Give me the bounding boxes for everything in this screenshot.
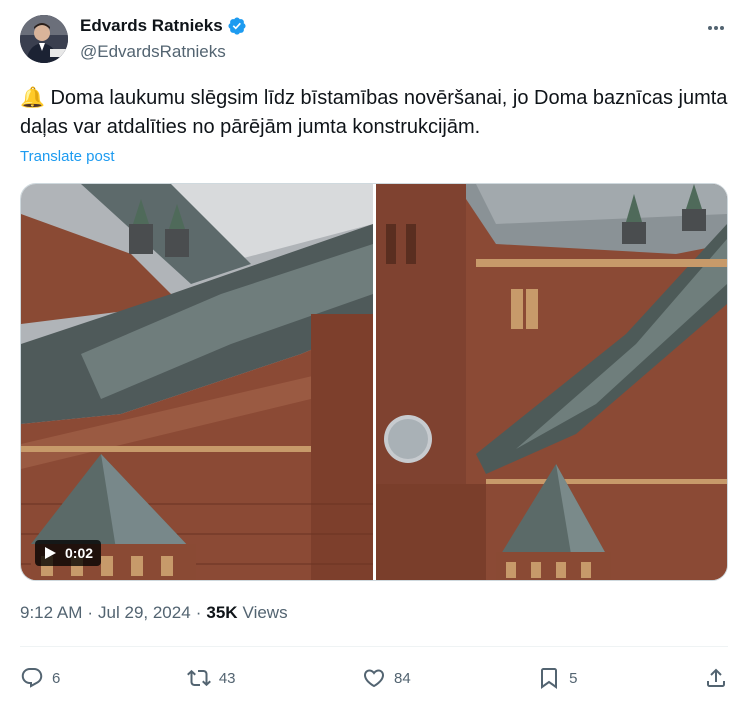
reply-count: 6 — [52, 669, 61, 687]
divider — [20, 646, 728, 647]
media-gallery[interactable]: 0:02 — [20, 183, 728, 581]
views-count: 35K — [206, 603, 238, 622]
repost-icon — [186, 669, 211, 687]
video-duration-badge: 0:02 — [35, 540, 102, 566]
reply-icon — [21, 668, 43, 688]
more-dot-icon — [720, 26, 724, 30]
repost-count: 43 — [218, 669, 236, 687]
meta-separator: · — [87, 603, 94, 622]
meta-separator: · — [195, 603, 202, 622]
like-button[interactable]: 84 — [362, 666, 411, 690]
bookmark-button[interactable]: 5 — [537, 666, 578, 690]
author-name-text[interactable]: Edvards Ratnieks — [80, 16, 223, 36]
author-handle[interactable]: @EdvardsRatnieks — [80, 42, 226, 62]
bell-emoji: 🔔 — [20, 87, 45, 109]
action-bar: 6 43 84 5 — [20, 660, 728, 696]
share-icon — [707, 668, 725, 687]
avatar[interactable] — [20, 15, 68, 63]
photo-thumbnail[interactable] — [376, 184, 727, 580]
post-text: 🔔 Doma laukumu slēgsim līdz bīstamības n… — [20, 84, 732, 142]
play-icon — [45, 547, 56, 559]
more-dot-icon — [714, 26, 718, 30]
more-dot-icon — [708, 26, 712, 30]
author-name[interactable]: Edvards Ratnieks — [80, 16, 247, 36]
share-button[interactable] — [704, 666, 728, 690]
post-date[interactable]: Jul 29, 2024 — [98, 603, 191, 623]
translate-post-link[interactable]: Translate post — [20, 148, 115, 165]
more-options-button[interactable] — [704, 18, 728, 38]
post-meta: 9:12 AM · Jul 29, 2024 · 35K Views — [20, 603, 288, 623]
verified-badge-icon — [228, 17, 246, 35]
repost-button[interactable]: 43 — [186, 666, 236, 690]
like-count: 84 — [394, 669, 411, 687]
bookmark-icon — [541, 668, 558, 689]
reply-button[interactable]: 6 — [20, 666, 60, 690]
bookmark-count: 5 — [569, 669, 578, 687]
post-body: Doma laukumu slēgsim līdz bīstamības nov… — [20, 87, 728, 138]
video-thumbnail[interactable]: 0:02 — [21, 184, 373, 580]
video-duration: 0:02 — [65, 545, 94, 561]
views-label: Views — [242, 603, 288, 622]
post-time[interactable]: 9:12 AM — [20, 603, 82, 623]
heart-icon — [363, 669, 385, 688]
